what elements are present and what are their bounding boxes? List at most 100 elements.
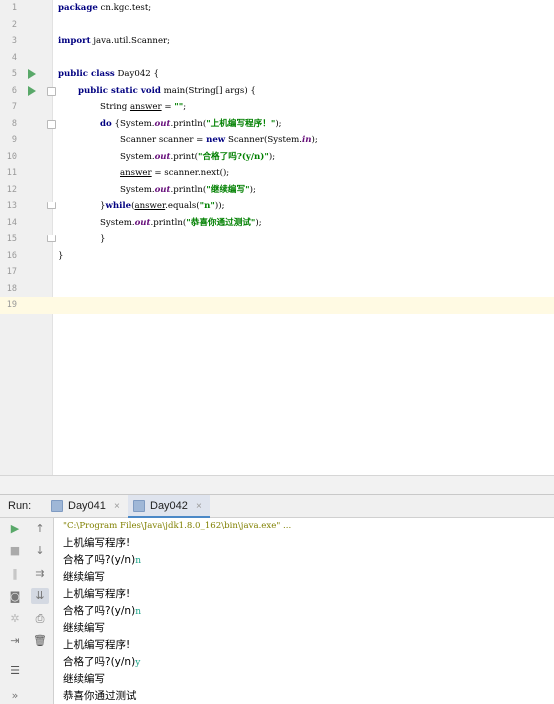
login-icon[interactable]: ⇥ [6, 633, 24, 649]
code-line[interactable]: 8 do {System.out.println("上机编写程序！"); [0, 116, 554, 133]
line-number: 13 [6, 201, 17, 211]
code-line[interactable]: 6 public static void main(String[] args)… [0, 83, 554, 100]
tab-day041[interactable]: Day041 × [46, 495, 128, 518]
tab-label: Day042 [150, 500, 188, 512]
more-icon[interactable]: » [6, 688, 24, 704]
user-input: n [135, 556, 141, 566]
line-number: 5 [11, 69, 17, 79]
editor-bottom-strip [0, 475, 554, 494]
stop-icon[interactable]: ■ [6, 543, 24, 559]
close-icon[interactable]: × [196, 501, 202, 512]
line-number: 6 [11, 85, 17, 96]
console-line: 上机编写程序! [63, 639, 131, 651]
code-editor[interactable]: 1 package cn.kgc.test; 2 3 import java.u… [0, 0, 554, 475]
run-tool-window-header: Run: Day041 × Day042 × [0, 494, 554, 518]
user-input: n [135, 607, 141, 617]
user-input: y [135, 658, 141, 668]
tab-day042[interactable]: Day042 × [128, 495, 210, 518]
line-number: 19 [6, 300, 17, 310]
line-number: 10 [6, 151, 17, 162]
run-config-icon [51, 500, 63, 512]
line-number: 2 [11, 19, 17, 30]
line-number: 8 [11, 118, 17, 129]
run-toolbar: ▶ ↑ ■ ↓ ‖ ⇉ ◙ ⇊ ✲ ⎙ ⇥ 🗑 ☰ » [0, 518, 54, 704]
code-text[interactable]: answer = scanner.next(); [120, 165, 229, 182]
fold-end-marker-icon[interactable] [47, 202, 56, 209]
code-text[interactable]: System.out.println("继续编写"); [120, 182, 256, 199]
code-line[interactable]: 17 [0, 264, 554, 281]
fold-marker-icon[interactable] [47, 119, 56, 129]
code-line[interactable]: 5 public class Day042 { [0, 66, 554, 83]
console-line: 合格了吗?(y/n)n [63, 605, 141, 617]
line-number: 17 [6, 267, 17, 277]
code-line[interactable]: 9 Scanner scanner = new Scanner(System.i… [0, 132, 554, 149]
console-command-line: "C:\Program Files\Java\jdk1.8.0_162\bin\… [63, 521, 292, 531]
console-line: 合格了吗?(y/n)n [63, 554, 141, 566]
console-line: 继续编写 [63, 622, 105, 634]
code-line[interactable]: 11 answer = scanner.next(); [0, 165, 554, 182]
close-icon[interactable]: × [114, 501, 120, 512]
line-number: 16 [6, 250, 17, 261]
line-number: 18 [6, 283, 17, 294]
up-icon[interactable]: ↑ [31, 521, 49, 537]
run-config-icon [133, 500, 145, 512]
code-line[interactable]: 2 [0, 17, 554, 34]
console-line: 继续编写 [63, 571, 105, 583]
code-line[interactable]: 10 System.out.print("合格了吗?(y/n)"); [0, 149, 554, 166]
console-line: 恭喜你通过测试 [63, 690, 137, 702]
delete-icon[interactable]: 🗑 [31, 633, 49, 649]
console-line: 上机编写程序! [63, 537, 131, 549]
print-icon[interactable]: ⎙ [31, 611, 49, 627]
code-text[interactable]: do {System.out.println("上机编写程序！"); [100, 116, 282, 133]
code-line[interactable]: 13 }while(answer.equals("n")); [0, 198, 554, 215]
code-line[interactable]: 14 System.out.println("恭喜你通过测试"); [0, 215, 554, 232]
line-number: 14 [6, 217, 17, 228]
code-text[interactable]: String answer = ""; [100, 99, 186, 116]
code-text[interactable]: System.out.println("恭喜你通过测试"); [100, 215, 262, 232]
camera-icon[interactable]: ◙ [6, 589, 24, 605]
line-number: 9 [11, 135, 17, 145]
line-number: 1 [11, 3, 17, 13]
down-icon[interactable]: ↓ [31, 543, 49, 559]
run-icon[interactable]: ▶ [6, 521, 24, 537]
code-text[interactable]: }while(answer.equals("n")); [100, 198, 224, 215]
code-line[interactable]: 15 } [0, 231, 554, 248]
current-code-line[interactable]: 19 [0, 297, 554, 314]
console-line: 合格了吗?(y/n)y [63, 656, 141, 668]
console-line: 继续编写 [63, 673, 105, 685]
line-number: 15 [6, 234, 17, 244]
console-output[interactable]: "C:\Program Files\Java\jdk1.8.0_162\bin\… [55, 518, 554, 704]
line-number: 3 [11, 36, 17, 46]
code-text[interactable]: package cn.kgc.test; [58, 0, 151, 17]
fold-marker-icon[interactable] [47, 86, 56, 96]
soft-wrap-icon[interactable]: ⇉ [31, 566, 49, 582]
scroll-to-end-icon[interactable]: ⇊ [31, 588, 49, 604]
code-text[interactable]: public static void main(String[] args) { [78, 83, 256, 100]
code-line[interactable]: 4 [0, 50, 554, 67]
code-line[interactable]: 7 String answer = ""; [0, 99, 554, 116]
pause-icon[interactable]: ‖ [6, 566, 24, 582]
code-text[interactable]: System.out.print("合格了吗?(y/n)"); [120, 149, 275, 166]
run-class-icon[interactable] [28, 69, 36, 79]
line-number: 7 [11, 102, 17, 112]
code-text[interactable]: public class Day042 { [58, 66, 159, 83]
code-line[interactable]: 16 } [0, 248, 554, 265]
line-number: 4 [11, 52, 17, 63]
run-main-icon[interactable] [28, 85, 36, 96]
code-line[interactable]: 12 System.out.println("继续编写"); [0, 182, 554, 199]
layout-icon[interactable]: ☰ [6, 663, 24, 679]
code-text[interactable]: } [58, 248, 63, 265]
code-line[interactable]: 1 package cn.kgc.test; [0, 0, 554, 17]
code-line[interactable]: 18 [0, 281, 554, 298]
line-number: 11 [6, 168, 17, 178]
console-line: 上机编写程序! [63, 588, 131, 600]
code-text[interactable]: import java.util.Scanner; [58, 33, 170, 50]
settings-icon[interactable]: ✲ [6, 611, 24, 627]
run-label: Run: [8, 500, 32, 512]
fold-end-marker-icon[interactable] [47, 235, 56, 242]
tab-label: Day041 [68, 500, 106, 512]
code-text[interactable]: } [100, 231, 105, 248]
code-text[interactable]: Scanner scanner = new Scanner(System.in)… [120, 132, 318, 149]
code-line[interactable]: 3 import java.util.Scanner; [0, 33, 554, 50]
line-number: 12 [6, 184, 17, 195]
